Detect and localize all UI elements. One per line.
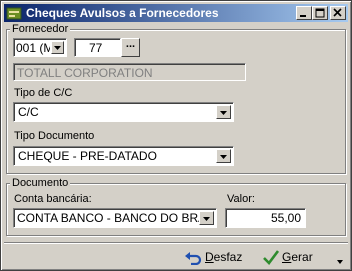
minimize-icon xyxy=(300,15,306,17)
conta-value: CONTA BANCO - BANCO DO BRASIL xyxy=(17,211,199,225)
desfazer-mnemonic: D xyxy=(205,250,214,264)
tipo-cc-value: C/C xyxy=(18,105,39,119)
maximize-icon xyxy=(315,8,325,18)
desfazer-label: esfaz xyxy=(213,250,243,264)
chevron-down-icon xyxy=(220,155,227,159)
app-icon[interactable] xyxy=(6,5,22,21)
supplier-search-button[interactable]: ... xyxy=(121,38,140,57)
company-select[interactable]: 001 (M, xyxy=(13,38,67,57)
conta-select[interactable]: CONTA BANCO - BANCO DO BRASIL xyxy=(13,208,217,228)
close-button[interactable] xyxy=(330,6,346,20)
tipo-doc-value: CHEQUE - PRE-DATADO xyxy=(18,149,157,163)
checkmark-icon xyxy=(263,250,279,265)
company-dropdown-button[interactable] xyxy=(51,41,64,54)
tipo-doc-select[interactable]: CHEQUE - PRE-DATADO xyxy=(13,146,234,166)
undo-icon xyxy=(185,252,202,265)
gerar-mnemonic: G xyxy=(282,250,292,264)
gerar-label: erar xyxy=(291,250,313,264)
gerar-button[interactable]: Gerar xyxy=(263,246,313,268)
supplier-name-field: TOTALL CORPORATION xyxy=(13,63,246,81)
minimize-button[interactable] xyxy=(296,6,312,20)
supplier-name-value: TOTALL CORPORATION xyxy=(17,66,153,80)
triangle-down-icon xyxy=(337,260,343,264)
documento-legend: Documento xyxy=(10,177,71,189)
dialog-window: Cheques Avulsos a Fornecedores Fornecedo… xyxy=(0,0,352,271)
valor-field[interactable]: 55,00 xyxy=(225,208,306,228)
valor-label: Valor: xyxy=(227,193,255,205)
valor-value: 55,00 xyxy=(270,211,301,225)
supplier-code-field[interactable]: 77 xyxy=(74,38,121,57)
more-options-arrow[interactable] xyxy=(337,255,343,267)
maximize-button[interactable] xyxy=(312,6,328,20)
fornecedor-legend: Fornecedor xyxy=(10,23,71,35)
tipo-cc-dropdown-button[interactable] xyxy=(216,105,231,119)
chevron-down-icon xyxy=(203,217,210,221)
title-bar[interactable]: Cheques Avulsos a Fornecedores xyxy=(4,4,348,22)
chevron-down-icon xyxy=(54,46,61,50)
conta-dropdown-button[interactable] xyxy=(199,211,214,225)
tipo-cc-label: Tipo de C/C xyxy=(14,87,73,99)
tipo-doc-label: Tipo Documento xyxy=(14,130,95,142)
tipo-doc-dropdown-button[interactable] xyxy=(216,149,231,163)
conta-label: Conta bancária: xyxy=(14,193,92,205)
chevron-down-icon xyxy=(220,111,227,115)
company-select-value: 001 (M, xyxy=(16,41,50,55)
close-icon xyxy=(333,8,342,17)
window-title: Cheques Avulsos a Fornecedores xyxy=(26,6,219,20)
bottom-separator xyxy=(4,242,348,244)
supplier-code-value: 77 xyxy=(89,41,103,55)
tipo-cc-select[interactable]: C/C xyxy=(13,102,234,122)
desfazer-button[interactable]: Desfaz xyxy=(184,246,242,268)
